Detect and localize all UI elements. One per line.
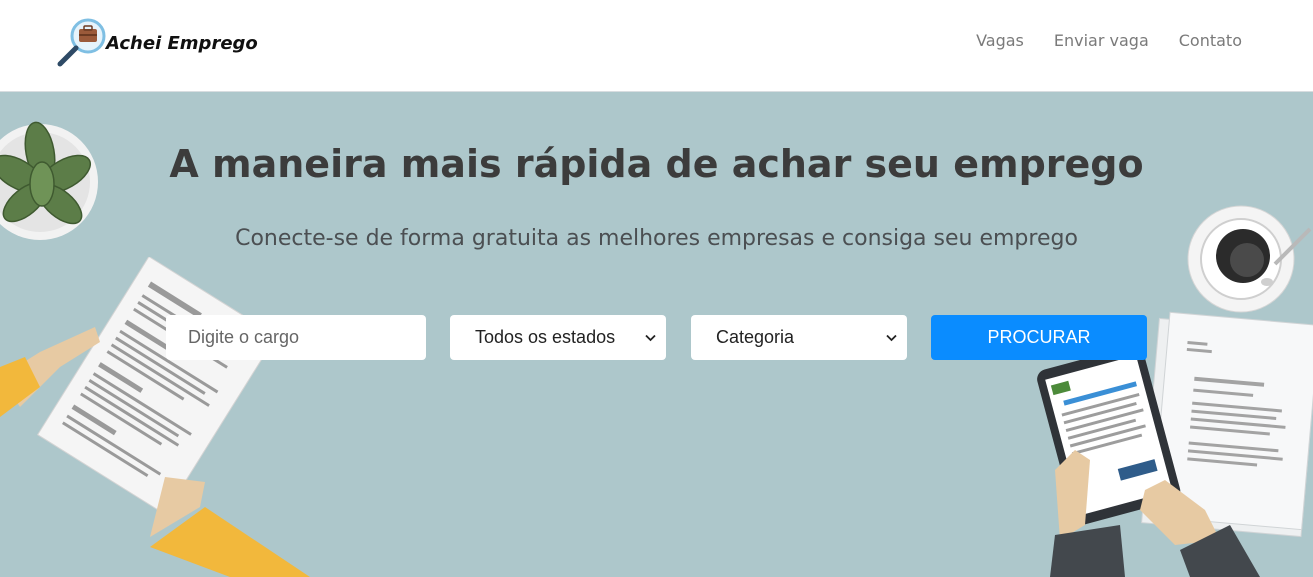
nav-item-vagas[interactable]: Vagas xyxy=(976,31,1024,50)
coffee-cup-icon xyxy=(1187,205,1312,313)
state-select[interactable]: Todos os estados xyxy=(450,315,666,360)
resume-paper-icon xyxy=(0,257,310,577)
hero-subtitle: Conecte-se de forma gratuita as melhores… xyxy=(235,226,1078,251)
chevron-down-icon xyxy=(644,332,656,344)
state-select-value: Todos os estados xyxy=(475,327,616,347)
magnifier-briefcase-icon xyxy=(57,18,106,67)
hero-title: A maneira mais rápida de achar seu empre… xyxy=(169,142,1144,186)
chevron-down-icon xyxy=(885,332,897,344)
search-form: Todos os estados Categoria PROCURAR xyxy=(0,315,1313,360)
nav-item-contato[interactable]: Contato xyxy=(1179,31,1242,50)
category-select-value: Categoria xyxy=(716,327,795,347)
category-select[interactable]: Categoria xyxy=(691,315,907,360)
site-header: Achei Emprego Vagas Enviar vaga Contato xyxy=(0,0,1313,92)
nav-item-enviar-vaga[interactable]: Enviar vaga xyxy=(1054,31,1149,50)
brand-name: Achei Emprego xyxy=(106,33,258,54)
job-title-input[interactable] xyxy=(166,315,426,360)
search-button[interactable]: PROCURAR xyxy=(931,315,1147,360)
main-nav: Vagas Enviar vaga Contato xyxy=(976,31,1242,50)
hero-section: A maneira mais rápida de achar seu empre… xyxy=(0,92,1313,577)
